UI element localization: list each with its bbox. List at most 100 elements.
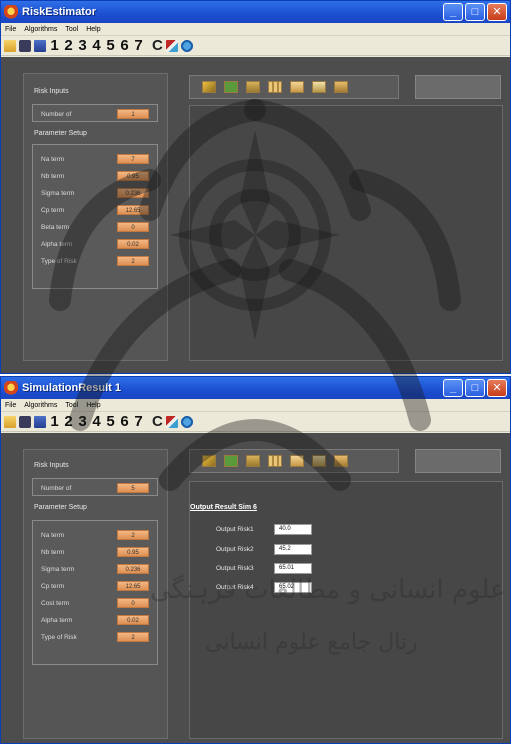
toolbar-button-1[interactable]: 1 xyxy=(49,413,60,430)
param-field[interactable]: 0.236 xyxy=(117,564,149,574)
brush-icon[interactable] xyxy=(165,415,178,428)
menu-help[interactable]: Help xyxy=(86,402,100,409)
param-field[interactable]: 0.02 xyxy=(117,615,149,625)
toolbar-button-3[interactable]: 3 xyxy=(77,413,88,430)
menu-tool[interactable]: Tool xyxy=(65,402,78,409)
output-label: Output Risk1 xyxy=(216,526,254,533)
menu-file[interactable]: File xyxy=(5,26,16,33)
title-bar[interactable]: RiskEstimator _ □ ✕ xyxy=(1,1,510,23)
select-icon[interactable] xyxy=(246,455,260,467)
param-field[interactable]: 0.95 xyxy=(117,547,149,557)
risk-estimator-window: RiskEstimator _ □ ✕ File Algorithms Tool… xyxy=(0,0,511,374)
close-button[interactable]: ✕ xyxy=(487,3,507,21)
save-icon[interactable] xyxy=(34,415,46,428)
param-label: Cost term xyxy=(41,599,70,607)
toolbar-button-4[interactable]: 4 xyxy=(91,37,102,54)
menu-algorithms[interactable]: Algorithms xyxy=(24,26,57,33)
parameter-group: Na term 2 Nb term 0.95 Sigma term 0.236 Cp … xyxy=(32,520,158,665)
toolbar-button-2[interactable]: 2 xyxy=(63,37,74,54)
menu-tool[interactable]: Tool xyxy=(65,26,78,33)
toolbar-button-3[interactable]: 3 xyxy=(77,37,88,54)
risk-inputs-title: Risk Inputs xyxy=(34,88,69,95)
inputs-panel: Risk Inputs Number of 5 Parameter Setup … xyxy=(23,449,168,739)
toolbar-button-c[interactable]: C xyxy=(152,413,163,430)
menu-algorithms[interactable]: Algorithms xyxy=(24,402,57,409)
play-icon[interactable] xyxy=(224,81,238,93)
param-field[interactable]: 0 xyxy=(117,598,149,608)
toolbar-button-5[interactable]: 5 xyxy=(105,37,116,54)
param-field[interactable]: 0.236 xyxy=(117,188,149,198)
toolbar-button-5[interactable]: 5 xyxy=(105,413,116,430)
toolbar-button-c[interactable]: C xyxy=(152,37,163,54)
toolbar-button-4[interactable]: 4 xyxy=(91,413,102,430)
number-of-field[interactable]: 5 xyxy=(117,483,149,493)
param-label: Na term xyxy=(41,155,65,163)
param-field[interactable]: 0.95 xyxy=(117,171,149,181)
parameter-group: Na term 7 Nb term 0.95 Sigma term 0.236 Cp … xyxy=(32,144,158,289)
play-icon[interactable] xyxy=(224,455,238,467)
page-icon[interactable] xyxy=(290,81,304,93)
param-label: Sigma term xyxy=(41,189,75,197)
toolbar-button-6[interactable]: 6 xyxy=(119,37,130,54)
param-field[interactable]: 2 xyxy=(117,256,149,266)
cut-icon[interactable] xyxy=(312,455,326,467)
param-field[interactable]: 7 xyxy=(117,154,149,164)
number-of-field[interactable]: 1 xyxy=(117,109,149,119)
plot-area[interactable] xyxy=(189,105,503,361)
menu-file[interactable]: File xyxy=(5,402,16,409)
output-row: Output Risk4 65.02 xyxy=(216,582,312,593)
param-label: Nb term xyxy=(41,548,65,556)
param-field[interactable]: 0.02 xyxy=(117,239,149,249)
window-title: SimulationResult 1 xyxy=(22,382,122,394)
maximize-button[interactable]: □ xyxy=(465,3,485,21)
param-label: Sigma term xyxy=(41,565,75,573)
grid-icon[interactable] xyxy=(268,81,282,93)
globe-icon[interactable] xyxy=(180,39,193,52)
param-label: Nb term xyxy=(41,172,65,180)
save-icon[interactable] xyxy=(34,39,46,52)
toolbar-button-2[interactable]: 2 xyxy=(63,413,74,430)
toolbar-button-7[interactable]: 7 xyxy=(133,413,144,430)
param-field[interactable]: 12.65 xyxy=(117,205,149,215)
page-icon[interactable] xyxy=(290,455,304,467)
param-label: Cp term xyxy=(41,206,65,214)
param-field[interactable]: 2 xyxy=(117,632,149,642)
globe-icon[interactable] xyxy=(180,415,193,428)
toolbar: 1 2 3 4 5 6 7 C xyxy=(1,412,510,432)
cut-icon[interactable] xyxy=(312,81,326,93)
param-field[interactable]: 0 xyxy=(117,222,149,232)
maximize-button[interactable]: □ xyxy=(465,379,485,397)
param-field[interactable]: 12.65 xyxy=(117,581,149,591)
brush-icon[interactable] xyxy=(165,39,178,52)
param-field[interactable]: 2 xyxy=(117,530,149,540)
minimize-button[interactable]: _ xyxy=(443,3,463,21)
output-row: Output Risk3 65.01 xyxy=(216,563,312,574)
box-icon[interactable] xyxy=(334,81,348,93)
toolbar-button-6[interactable]: 6 xyxy=(119,413,130,430)
plot-toolbar xyxy=(189,449,399,473)
open-folder-icon[interactable] xyxy=(4,415,16,428)
open-folder-icon[interactable] xyxy=(4,39,16,52)
grid-icon[interactable] xyxy=(268,455,282,467)
title-bar[interactable]: SimulationResult 1 _ □ ✕ xyxy=(1,377,510,399)
zoom-icon[interactable] xyxy=(202,455,216,467)
zoom-icon[interactable] xyxy=(202,81,216,93)
output-value: 40.0 xyxy=(274,524,312,535)
output-value: 65.01 xyxy=(274,563,312,574)
record-icon[interactable] xyxy=(19,39,31,52)
param-label: Beta term xyxy=(41,223,70,231)
output-area: Output Result Sim 6 Output Risk1 40.0 Ou… xyxy=(189,481,503,739)
minimize-button[interactable]: _ xyxy=(443,379,463,397)
number-of-group: Number of 1 xyxy=(32,104,158,122)
risk-inputs-title: Risk Inputs xyxy=(34,462,69,469)
close-button[interactable]: ✕ xyxy=(487,379,507,397)
box-icon[interactable] xyxy=(334,455,348,467)
select-icon[interactable] xyxy=(246,81,260,93)
toolbar-button-1[interactable]: 1 xyxy=(49,37,60,54)
toolbar: 1 2 3 4 5 6 7 C xyxy=(1,36,510,56)
toolbar-button-7[interactable]: 7 xyxy=(133,37,144,54)
menu-help[interactable]: Help xyxy=(86,26,100,33)
param-label: Cp term xyxy=(41,582,65,590)
window-title: RiskEstimator xyxy=(22,6,96,18)
record-icon[interactable] xyxy=(19,415,31,428)
